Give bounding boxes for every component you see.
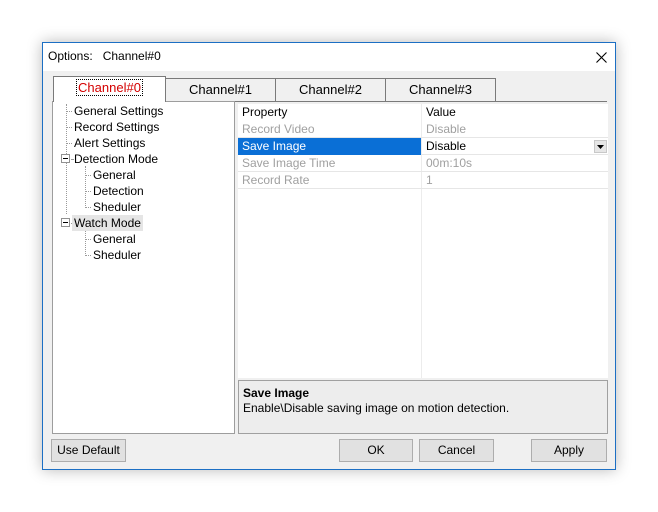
dropdown-value: Disable — [426, 139, 467, 153]
property-name: Save Image — [238, 138, 421, 155]
tree-item-detection-sheduler[interactable]: Sheduler — [93, 199, 141, 215]
options-dialog: Options: Channel#0 Channel#0 Channel#1 C… — [42, 42, 616, 470]
table-row[interactable]: Record Video Disable — [238, 121, 608, 138]
table-row[interactable]: Record Rate 1 — [238, 172, 608, 189]
header-value: Value — [426, 105, 456, 119]
property-value-dropdown[interactable]: Disable — [422, 138, 608, 155]
close-icon — [595, 51, 607, 63]
dropdown-button[interactable] — [594, 140, 607, 153]
tree-connector — [85, 239, 91, 240]
table-row[interactable]: Save Image Time 00m:10s — [238, 155, 608, 172]
description-text: Enable\Disable saving image on motion de… — [243, 401, 510, 415]
tree-item-detection-general[interactable]: General — [93, 167, 136, 183]
description-title: Save Image — [243, 386, 310, 400]
tree-item-watch-general[interactable]: General — [93, 231, 136, 247]
cancel-button[interactable]: Cancel — [419, 439, 494, 462]
title-bar: Options: Channel#0 — [43, 43, 615, 71]
tree-connector — [66, 127, 72, 128]
tab-label: Channel#3 — [409, 82, 472, 97]
property-value: 00m:10s — [426, 156, 473, 170]
tree-item-detection-mode[interactable]: Detection Mode — [74, 151, 158, 167]
tree-connector — [71, 159, 73, 160]
tree-connector — [85, 175, 91, 176]
window-title: Options: Channel#0 — [48, 49, 161, 63]
table-row-selected[interactable]: Save Image Disable — [238, 138, 608, 155]
tree-connector — [85, 191, 91, 192]
property-value: 1 — [426, 173, 433, 187]
tree-item-alert-settings[interactable]: Alert Settings — [74, 135, 145, 151]
header-property: Property — [242, 105, 288, 119]
tab-channel-0[interactable]: Channel#0 — [53, 76, 166, 102]
tree-item-watch-sheduler[interactable]: Sheduler — [93, 247, 141, 263]
tree-connector — [66, 111, 72, 112]
collapse-toggle-icon[interactable] — [61, 154, 70, 163]
property-name: Save Image Time — [242, 156, 336, 170]
chevron-down-icon — [597, 144, 604, 149]
tab-channel-3[interactable]: Channel#3 — [385, 78, 496, 101]
ok-button[interactable]: OK — [339, 439, 413, 462]
tree-item-record-settings[interactable]: Record Settings — [74, 119, 159, 135]
grid-header: Property Value — [238, 104, 608, 121]
tab-label: Channel#1 — [189, 82, 252, 97]
property-value: Disable — [426, 122, 467, 136]
property-name: Record Video — [242, 122, 315, 136]
tab-label: Channel#2 — [299, 82, 362, 97]
property-grid: Property Value Record Video Disable Save… — [238, 104, 608, 378]
tree-connector — [85, 230, 86, 256]
tab-channel-1[interactable]: Channel#1 — [165, 78, 276, 101]
tree-item-watch-mode[interactable]: Watch Mode — [72, 215, 143, 231]
description-panel: Save Image Enable\Disable saving image o… — [238, 380, 608, 434]
tree-item-general-settings[interactable]: General Settings — [74, 103, 163, 119]
close-button[interactable] — [587, 43, 615, 71]
settings-tree[interactable]: General Settings Record Settings Alert S… — [52, 101, 235, 434]
tab-channel-2[interactable]: Channel#2 — [275, 78, 386, 101]
tree-connector — [85, 255, 91, 256]
tree-connector — [85, 166, 86, 208]
use-default-button[interactable]: Use Default — [51, 439, 126, 462]
tree-connector — [85, 207, 91, 208]
apply-button[interactable]: Apply — [531, 439, 607, 462]
tree-item-detection[interactable]: Detection — [93, 183, 144, 199]
tab-label: Channel#0 — [76, 79, 143, 96]
tree-connector — [66, 143, 72, 144]
property-name: Record Rate — [242, 173, 310, 187]
collapse-toggle-icon[interactable] — [61, 218, 70, 227]
